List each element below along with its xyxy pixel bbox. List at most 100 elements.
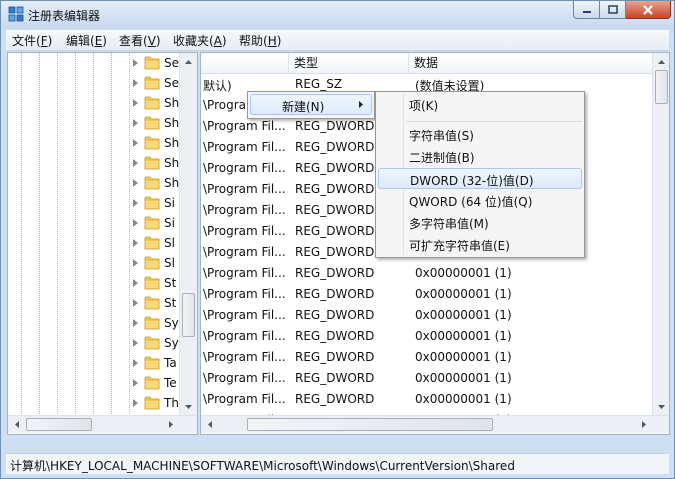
tree-node-label: Ta [164, 356, 177, 370]
value-type: REG_DWORD [295, 161, 375, 175]
expand-arrow-icon[interactable] [133, 119, 138, 127]
value-name: \Program Fil... [203, 287, 286, 301]
value-type: REG_DWORD [295, 245, 375, 259]
menu-file[interactable]: 文件(F) [12, 32, 52, 49]
folder-icon [144, 155, 160, 170]
folder-icon [144, 315, 160, 330]
expand-arrow-icon[interactable] [133, 159, 138, 167]
title-bar[interactable]: 注册表编辑器 [1, 1, 674, 29]
column-data-header[interactable]: 数据 [409, 53, 653, 73]
value-name: 默认) [203, 79, 232, 93]
value-data: 0x00000001 (1) [415, 329, 512, 343]
menu-item-string-value-label: 字符串值(S) [409, 129, 474, 143]
minimize-button[interactable] [573, 1, 600, 19]
list-scroll-left-button[interactable] [201, 416, 218, 433]
value-name: \Program Fil... [203, 245, 286, 259]
menu-help[interactable]: 帮助(H) [239, 32, 281, 49]
folder-icon [144, 275, 160, 290]
value-name: \Program Fil... [203, 161, 286, 175]
expand-arrow-icon[interactable] [133, 239, 138, 247]
registry-tree[interactable]: SeSeShShShShShSiSiSlSlStStSySyTaTeThTh [7, 52, 198, 435]
tree-hscroll-thumb[interactable] [26, 418, 92, 431]
folder-icon [144, 295, 160, 310]
maximize-button[interactable] [600, 1, 626, 19]
menu-item-key[interactable]: 项(K) [378, 94, 582, 115]
folder-icon [144, 395, 160, 410]
value-data: 0x00000001 (1) [415, 392, 512, 406]
menu-item-dword-value[interactable]: DWORD (32-位)值(D) [378, 168, 582, 189]
menu-edit-label: 编辑( [66, 34, 95, 48]
expand-arrow-icon[interactable] [133, 199, 138, 207]
expand-arrow-icon[interactable] [133, 339, 138, 347]
folder-icon [144, 75, 160, 90]
new-submenu: 项(K) 字符串值(S) 二进制值(B) DWORD (32-位)值(D) QW… [375, 91, 585, 258]
tree-vertical-scrollbar[interactable] [179, 53, 197, 415]
value-row[interactable]: \Program Fil... REG_DWORD 0x00000001 (1) [201, 389, 653, 410]
value-row[interactable]: \Program Fil... REG_DWORD 0x00000001 (1) [201, 284, 653, 305]
menu-item-expandable-string-value[interactable]: 可扩充字符串值(E) [378, 234, 582, 255]
expand-arrow-icon[interactable] [133, 299, 138, 307]
tree-node-label: Sl [164, 236, 175, 250]
context-menu: 新建(N) [247, 91, 375, 119]
value-row[interactable]: \Program Fil... REG_DWORD 0x00000001 (1) [201, 368, 653, 389]
list-scroll-right-button[interactable] [635, 416, 652, 433]
list-scroll-down-button[interactable] [653, 398, 669, 415]
folder-icon [144, 175, 160, 190]
menu-view[interactable]: 查看(V) [119, 32, 161, 49]
value-row[interactable]: \Program Fil... REG_DWORD 0x00000001 (1) [201, 263, 653, 284]
tree-horizontal-scrollbar[interactable] [8, 415, 197, 433]
tree-scroll-down-button[interactable] [180, 398, 197, 415]
menu-item-multi-string-value[interactable]: 多字符串值(M) [378, 212, 582, 233]
value-row[interactable]: \Program Fil... REG_DWORD 0x00000001 (1) [201, 347, 653, 368]
tree-scroll-thumb[interactable] [182, 293, 195, 337]
close-button[interactable] [626, 1, 671, 19]
triangle-left-icon [207, 421, 212, 428]
column-type-header[interactable]: 类型 [289, 53, 409, 73]
list-hscroll-thumb[interactable] [247, 418, 493, 431]
menu-item-qword-value[interactable]: QWORD (64 位)值(Q) [378, 190, 582, 211]
expand-arrow-icon[interactable] [133, 219, 138, 227]
expand-arrow-icon[interactable] [133, 359, 138, 367]
column-name-header[interactable] [201, 53, 289, 73]
expand-arrow-icon[interactable] [133, 59, 138, 67]
registry-editor-icon [8, 6, 24, 22]
list-horizontal-scrollbar[interactable] [201, 415, 669, 433]
menu-file-label: 文件( [12, 34, 41, 48]
menu-item-binary-value[interactable]: 二进制值(B) [378, 146, 582, 167]
menu-help-accel: H [267, 34, 277, 48]
menu-favorites[interactable]: 收藏夹(A) [173, 32, 227, 49]
expand-arrow-icon[interactable] [133, 279, 138, 287]
status-path: 计算机\HKEY_LOCAL_MACHINE\SOFTWARE\Microsof… [10, 459, 515, 473]
menu-favorites-label: 收藏夹( [173, 34, 214, 48]
tree-scroll-up-button[interactable] [180, 53, 197, 70]
list-vertical-scrollbar[interactable] [652, 53, 669, 415]
value-row[interactable]: \Program Fil... REG_DWORD 0x00000001 (1) [201, 326, 653, 347]
list-scroll-up-button[interactable] [653, 53, 669, 70]
expand-arrow-icon[interactable] [133, 179, 138, 187]
tree-scroll-left-button[interactable] [8, 416, 25, 433]
folder-icon [144, 215, 160, 230]
menu-item-string-value[interactable]: 字符串值(S) [378, 124, 582, 145]
menu-separator [406, 121, 582, 122]
expand-arrow-icon[interactable] [133, 99, 138, 107]
menu-item-new-label: 新建(N) [282, 100, 325, 114]
expand-arrow-icon[interactable] [133, 139, 138, 147]
expand-arrow-icon[interactable] [133, 79, 138, 87]
expand-arrow-icon[interactable] [133, 319, 138, 327]
column-header: 类型 数据 [201, 53, 653, 74]
value-name: \Program Fil... [203, 182, 286, 196]
menu-item-new[interactable]: 新建(N) [250, 94, 372, 115]
value-row[interactable]: \Program Fil... REG_DWORD 0x00000001 (1) [201, 305, 653, 326]
tree-node-label: Sy [164, 336, 179, 350]
folder-icon [144, 375, 160, 390]
tree-node-label: St [164, 296, 177, 310]
tree-scroll-right-button[interactable] [162, 416, 179, 433]
expand-arrow-icon[interactable] [133, 259, 138, 267]
expand-arrow-icon[interactable] [133, 399, 138, 407]
list-scroll-thumb[interactable] [655, 70, 668, 104]
value-type: REG_DWORD [295, 392, 375, 406]
expand-arrow-icon[interactable] [133, 379, 138, 387]
value-data: 0x00000001 (1) [415, 266, 512, 280]
status-bar: 计算机\HKEY_LOCAL_MACHINE\SOFTWARE\Microsof… [6, 453, 669, 474]
menu-edit[interactable]: 编辑(E) [66, 32, 107, 49]
